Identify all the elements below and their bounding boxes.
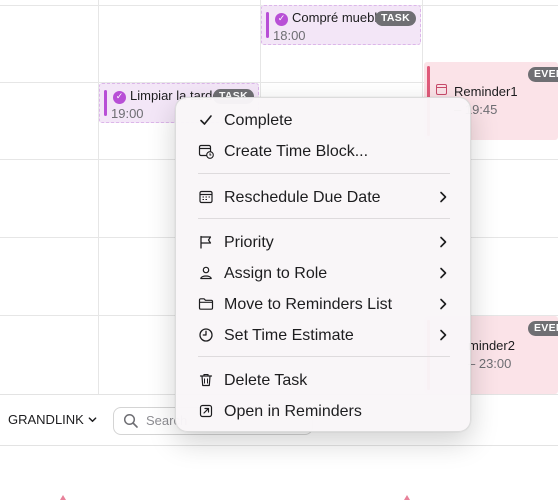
chevron-right-icon	[436, 235, 450, 249]
checkmark-icon	[198, 112, 214, 128]
menu-separator	[198, 218, 450, 219]
menu-item-label: Assign to Role	[224, 265, 328, 282]
marker-triangle	[404, 495, 410, 500]
lower-panel	[0, 447, 558, 500]
context-menu: Complete Create Time Block... Reschedule…	[175, 97, 471, 432]
menu-item-label: Delete Task	[224, 372, 308, 389]
external-link-icon	[198, 403, 214, 419]
day-column-divider	[98, 0, 99, 394]
account-name: GRANDLINK	[8, 412, 84, 427]
menu-item-reschedule-due-date[interactable]: Reschedule Due Date	[186, 183, 462, 211]
task-check-icon[interactable]: ✓	[275, 13, 288, 26]
menu-item-label: Set Time Estimate	[224, 327, 354, 344]
event-badge: EVENT	[528, 321, 558, 336]
task-check-icon[interactable]: ✓	[113, 91, 126, 104]
chevron-down-icon	[88, 415, 97, 427]
calendar-icon	[198, 189, 214, 205]
event-time: 19:00	[111, 106, 144, 121]
menu-item-assign-to-role[interactable]: Assign to Role	[186, 259, 462, 287]
menu-item-move-to-reminders-list[interactable]: Move to Reminders List	[186, 290, 462, 318]
event-title: Reminder1	[454, 84, 518, 99]
menu-item-complete[interactable]: Complete	[186, 106, 462, 134]
trash-icon	[198, 372, 214, 388]
menu-item-create-time-block[interactable]: Create Time Block...	[186, 137, 462, 165]
menu-item-label: Complete	[224, 112, 293, 129]
menu-item-label: Priority	[224, 234, 274, 251]
event-color-bar	[104, 90, 107, 116]
menu-item-open-in-reminders[interactable]: Open in Reminders	[186, 397, 462, 425]
menu-separator	[198, 173, 450, 174]
chevron-right-icon	[436, 328, 450, 342]
flag-icon	[198, 234, 214, 250]
menu-separator	[198, 356, 450, 357]
search-icon	[123, 413, 139, 429]
account-selector[interactable]: GRANDLINK	[0, 412, 97, 427]
event-badge: EVENT	[528, 67, 558, 82]
chevron-right-icon	[436, 297, 450, 311]
person-icon	[198, 265, 214, 281]
menu-item-label: Open in Reminders	[224, 403, 362, 420]
menu-item-delete-task[interactable]: Delete Task	[186, 366, 462, 394]
calendar-icon	[436, 84, 447, 95]
menu-item-label: Move to Reminders List	[224, 296, 393, 313]
calendar-clock-icon	[198, 143, 214, 159]
menu-item-priority[interactable]: Priority	[186, 228, 462, 256]
chevron-right-icon	[436, 266, 450, 280]
event-time: 18:00	[273, 28, 306, 43]
event-time: – 23:00	[468, 356, 512, 371]
menu-item-label: Reschedule Due Date	[224, 189, 381, 206]
event-title: minder2	[468, 338, 515, 353]
marker-triangle	[60, 495, 66, 500]
menu-item-set-time-estimate[interactable]: Set Time Estimate	[186, 321, 462, 349]
menu-item-label: Create Time Block...	[224, 143, 369, 160]
folder-icon	[198, 296, 214, 312]
clock-icon	[198, 327, 214, 343]
event-color-bar	[266, 12, 269, 38]
task-event-compre-muebles[interactable]: ✓ Compré muebles 18:00 TASK	[261, 5, 421, 45]
chevron-right-icon	[436, 190, 450, 204]
task-badge: TASK	[374, 11, 416, 26]
